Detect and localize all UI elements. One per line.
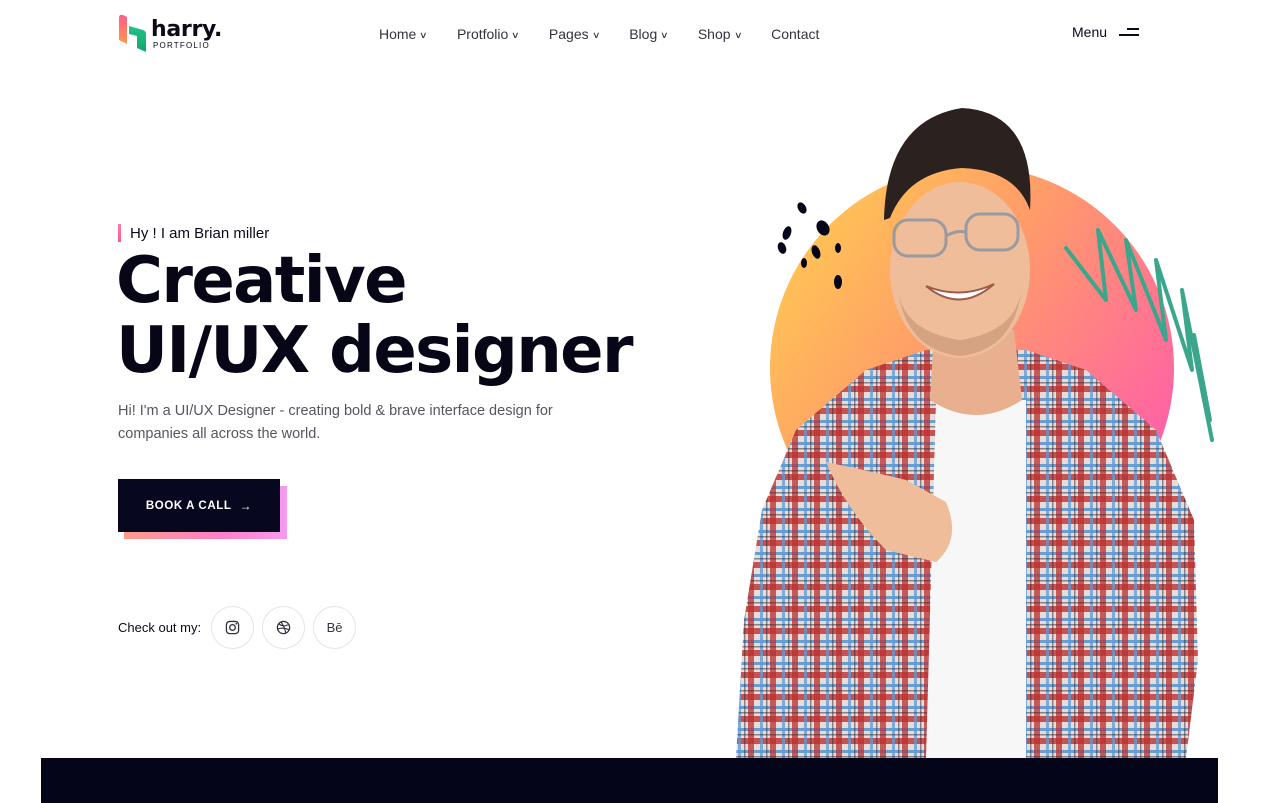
site-header: harry. PORTFOLIO Home ∨ Protfolio ∨ Page…	[0, 0, 1261, 70]
social-links: Check out my: Bē	[118, 606, 364, 649]
nav-item-label: Contact	[771, 26, 820, 42]
arrow-right-icon: →	[239, 498, 253, 513]
nav-item-shop[interactable]: Shop ∨	[697, 24, 743, 44]
chevron-down-icon: ∨	[419, 29, 428, 40]
brand-subtitle: PORTFOLIO	[153, 41, 210, 50]
book-call-button[interactable]: BOOK A CALL →	[118, 479, 280, 532]
nav-item-label: Pages	[548, 26, 589, 42]
portrait-face	[890, 182, 1030, 358]
behance-link[interactable]: Bē	[313, 606, 357, 649]
nav-item-label: Blog	[629, 26, 658, 42]
dribbble-icon	[276, 620, 291, 635]
hero-portrait-illustration	[736, 108, 1214, 758]
nav-item-home[interactable]: Home ∨	[379, 24, 428, 44]
dribbble-link[interactable]	[262, 606, 306, 649]
eyebrow-accent-bar	[118, 224, 121, 242]
chevron-down-icon: ∨	[591, 29, 601, 40]
nav-item-label: Home	[379, 26, 417, 42]
nav-item-contact[interactable]: Contact	[771, 24, 819, 44]
main-nav: Home ∨ Protfolio ∨ Pages ∨ Blog ∨ Shop ∨…	[379, 24, 849, 44]
brand-logo[interactable]: harry. PORTFOLIO	[117, 14, 237, 54]
nav-item-label: Protfolio	[456, 26, 509, 42]
logo-mark-icon	[119, 14, 146, 52]
hero-eyebrow-text: Hy ! I am Brian miller	[130, 224, 270, 242]
menu-label: Menu	[1072, 24, 1108, 40]
nav-item-pages[interactable]: Pages ∨	[548, 24, 601, 44]
bottom-dark-band	[41, 758, 1218, 803]
hero-headline: Creative UI/UX designer	[116, 244, 634, 388]
social-label: Check out my:	[118, 620, 202, 635]
nav-item-portfolio[interactable]: Protfolio ∨	[456, 24, 520, 44]
hero-lead-text: Hi! I'm a UI/UX Designer - creating bold…	[118, 403, 553, 442]
menu-button[interactable]: Menu	[1072, 24, 1140, 40]
behance-icon: Bē	[326, 620, 343, 635]
instagram-icon	[225, 620, 240, 635]
hero-headline-line-2: UI/UX designer	[116, 314, 634, 388]
chevron-down-icon: ∨	[511, 29, 520, 40]
portrait-tshirt	[926, 400, 1026, 758]
brand-name: harry.	[151, 17, 223, 42]
book-call-button-wrap: BOOK A CALL →	[118, 479, 288, 540]
chevron-down-icon: ∨	[660, 29, 669, 40]
nav-item-blog[interactable]: Blog ∨	[629, 24, 669, 44]
chevron-down-icon: ∨	[733, 29, 743, 40]
hamburger-icon	[1119, 26, 1140, 38]
hero-eyebrow: Hy ! I am Brian miller	[118, 224, 269, 242]
hero-headline-line-1: Creative	[116, 244, 408, 318]
instagram-link[interactable]	[211, 606, 255, 649]
nav-item-label: Shop	[697, 26, 731, 42]
book-call-button-label: BOOK A CALL	[145, 499, 232, 512]
